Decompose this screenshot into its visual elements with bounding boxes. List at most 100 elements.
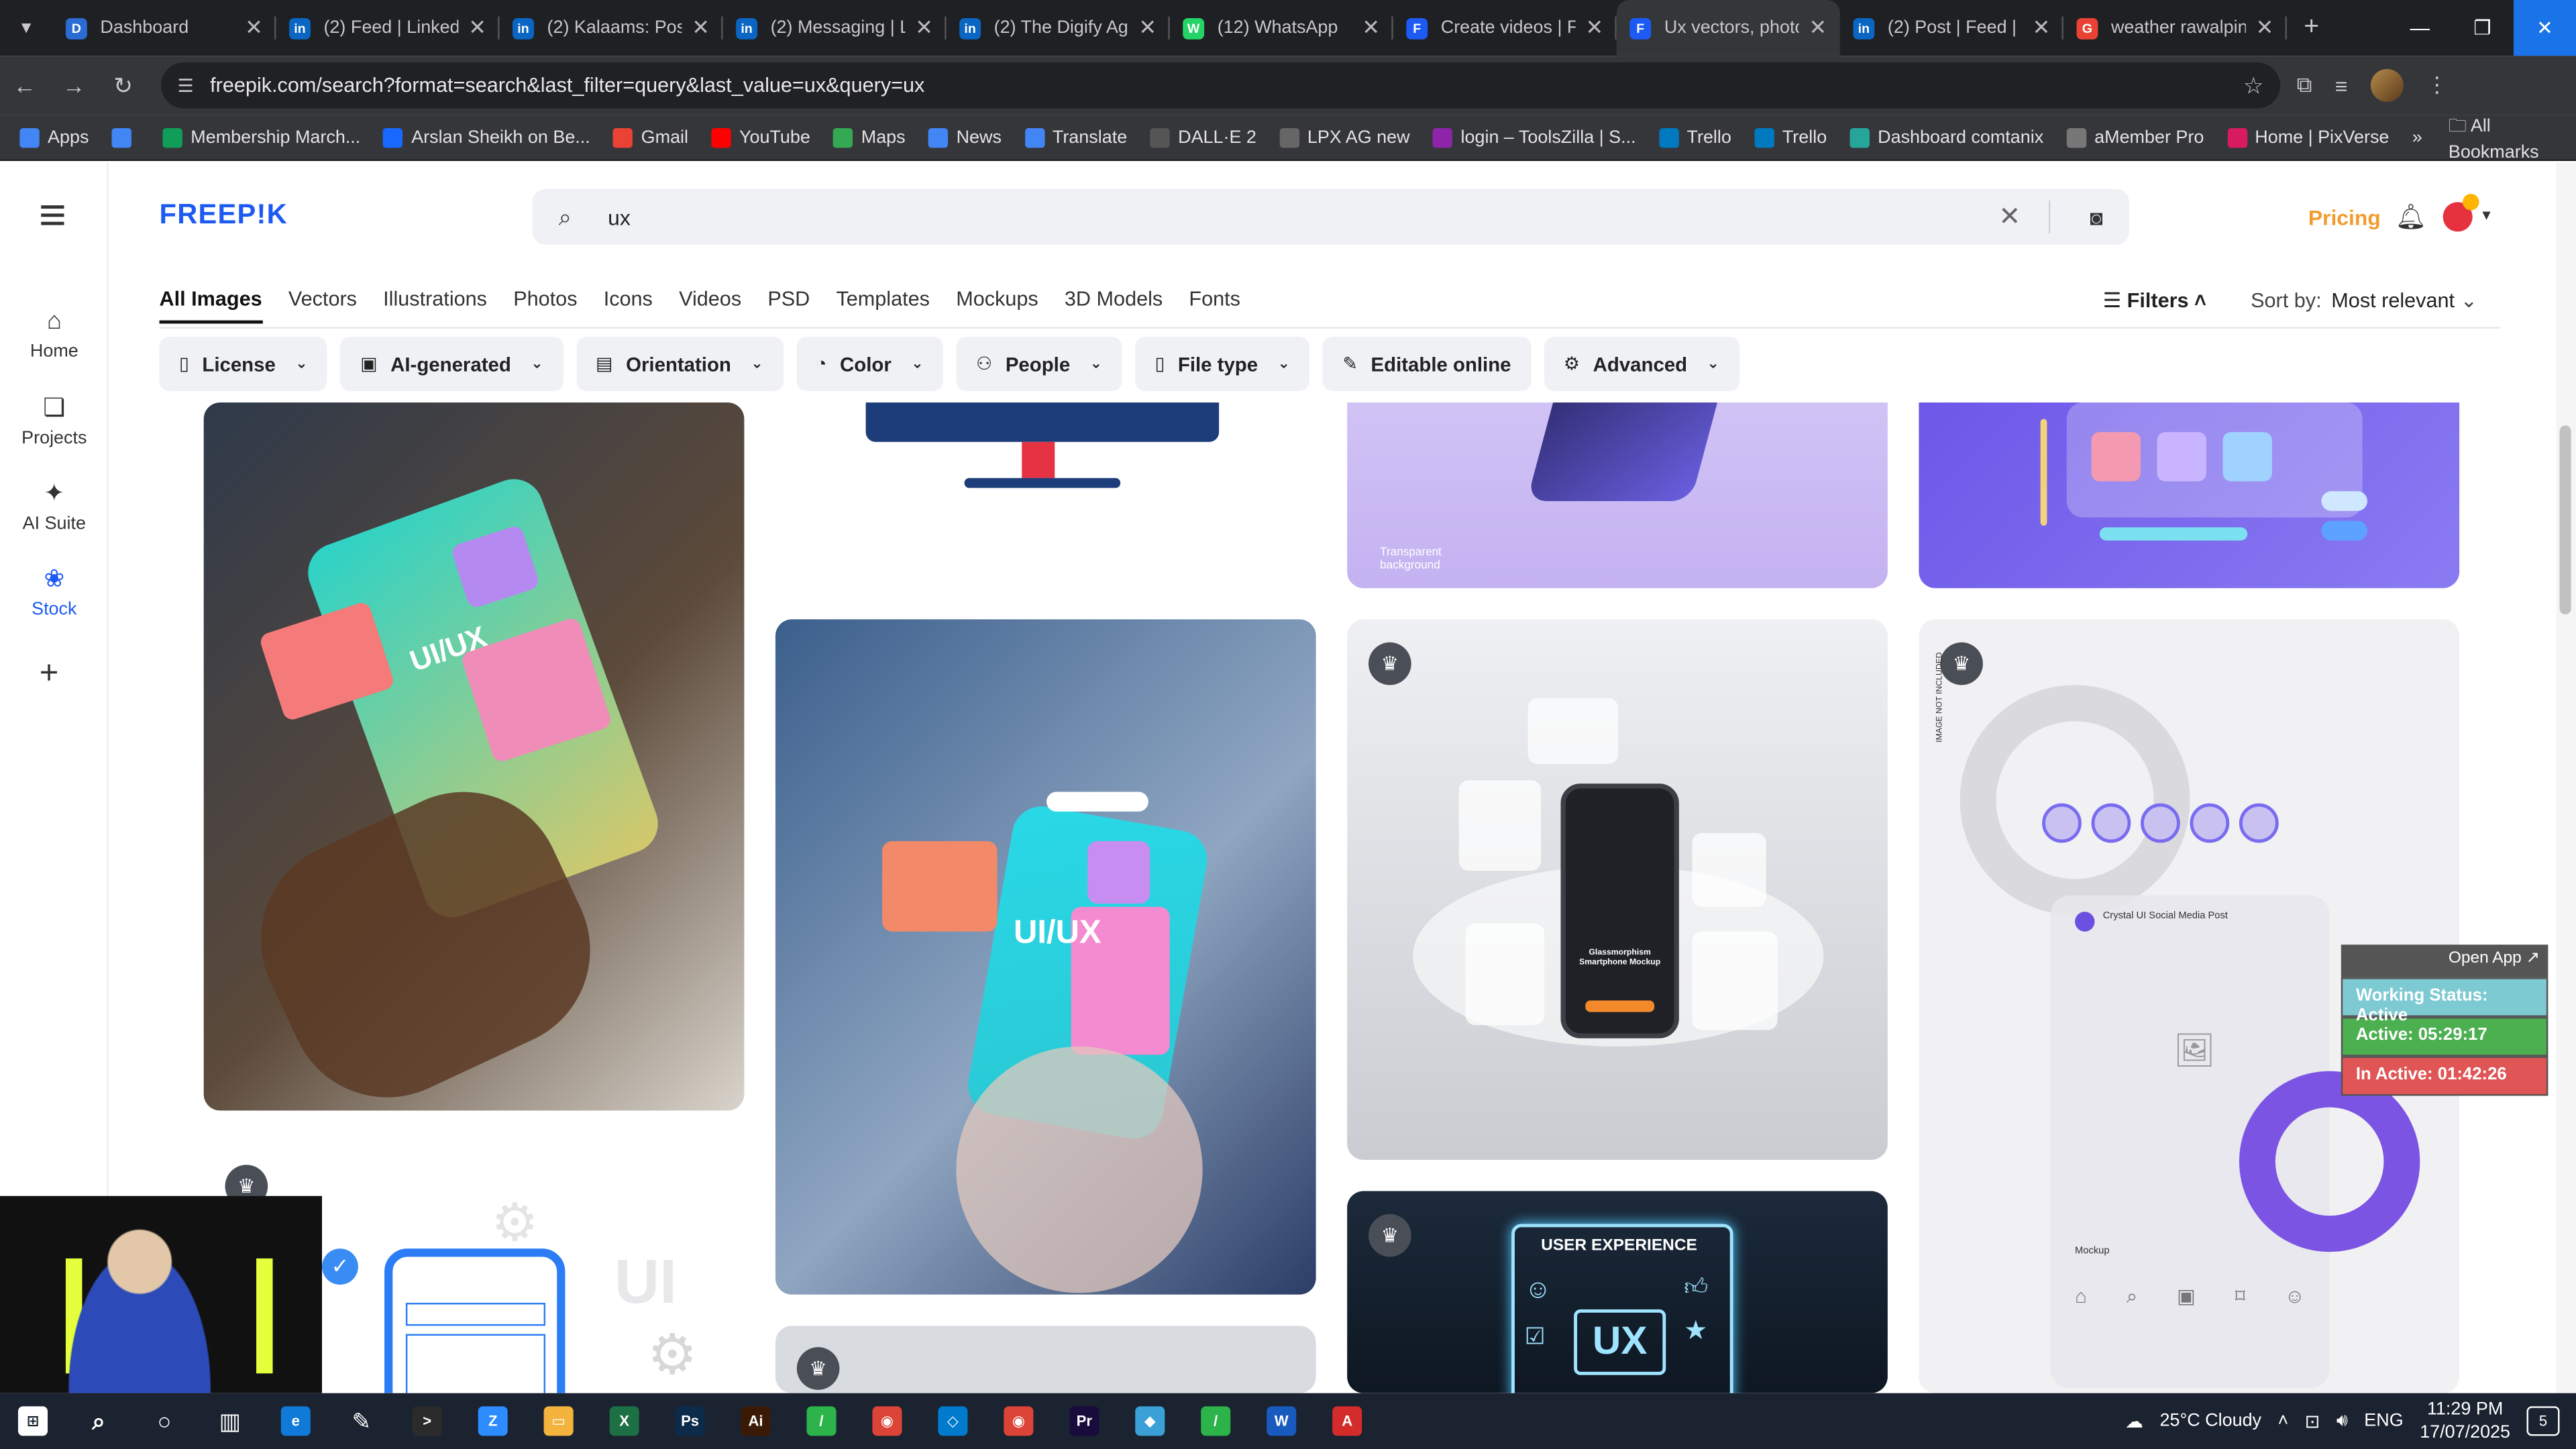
open-app-button[interactable]: Open App ↗ — [2341, 945, 2548, 978]
extensions-icon[interactable]: ⧉ — [2297, 72, 2312, 99]
taskbar-app-zoom[interactable]: Z — [460, 1393, 526, 1449]
category-tab[interactable]: Illustrations — [383, 288, 487, 324]
category-tab[interactable]: Icons — [604, 288, 653, 324]
sidebar-item-home[interactable]: ⌂ Home — [0, 307, 109, 362]
menu-kebab-icon[interactable]: ⋮ — [2426, 72, 2448, 99]
close-tab-icon[interactable]: ✕ — [2256, 15, 2274, 41]
camera-search-icon[interactable]: ◙ — [2090, 205, 2102, 229]
url-omnibox[interactable]: ☰ freepik.com/search?format=search&last_… — [161, 62, 2281, 109]
browser-tab[interactable]: in (2) The Digify Agency ✕ — [947, 0, 1170, 56]
taskbar-app-photoshop[interactable]: Ps — [657, 1393, 723, 1449]
close-tab-icon[interactable]: ✕ — [1362, 15, 1380, 41]
taskbar-app-app-green[interactable]: / — [789, 1393, 855, 1449]
media-control-icon[interactable]: ≡ — [2335, 73, 2348, 98]
user-avatar[interactable] — [2443, 193, 2479, 232]
restore-icon[interactable]: ❐ — [2451, 0, 2514, 56]
sort-dropdown[interactable]: Sort by: Most relevant ⌄ — [2251, 288, 2477, 312]
category-tab[interactable]: Photos — [513, 288, 577, 324]
bookmark-item[interactable]: News — [928, 127, 1002, 148]
category-tab[interactable]: Videos — [679, 288, 741, 324]
filter-chip-orientation[interactable]: ▤ Orientation ⌄ — [576, 337, 784, 391]
all-bookmarks-button[interactable]: 🗀 All Bookmarks — [2449, 112, 2557, 163]
speaker-icon[interactable]: 🔊︎ — [2337, 1410, 2348, 1432]
browser-tab[interactable]: W (12) WhatsApp ✕ — [1170, 0, 1393, 56]
taskbar-app-acrobat[interactable]: A — [1314, 1393, 1380, 1449]
bookmark-item[interactable]: Maps — [833, 127, 906, 148]
image-card[interactable]: UI/UX — [775, 619, 1316, 1295]
weather-text[interactable]: 25°C Cloudy — [2159, 1411, 2261, 1431]
filter-chip-file-type[interactable]: ▯ File type ⌄ — [1135, 337, 1310, 391]
taskbar-app-pen[interactable]: ✎ — [329, 1393, 394, 1449]
bookmark-item[interactable]: Trello — [1658, 127, 1731, 148]
bookmark-item[interactable]: YouTube — [711, 127, 810, 148]
taskbar-app-excel[interactable]: X — [592, 1393, 657, 1449]
bookmark-item[interactable]: login – ToolsZilla | S... — [1432, 127, 1636, 148]
reload-icon[interactable]: ↻ — [99, 72, 148, 100]
site-info-icon[interactable]: ☰ — [177, 74, 193, 96]
bookmark-item[interactable]: aMember Pro — [2066, 127, 2204, 148]
category-tab[interactable]: Templates — [836, 288, 930, 324]
browser-tab[interactable]: Gweather rawalpindi ✕ — [2063, 0, 2287, 56]
taskbar-app-vscode[interactable]: ◇ — [920, 1393, 985, 1449]
browser-tab[interactable]: in (2) Post | Feed | LinkedIn ✕ — [1840, 0, 2063, 56]
taskbar-app-app-green2[interactable]: / — [1183, 1393, 1248, 1449]
profile-avatar[interactable] — [2370, 68, 2404, 102]
filter-chip-advanced[interactable]: ⚙ Advanced ⌄ — [1544, 337, 1739, 391]
tab-search-icon[interactable]: ▼ — [0, 0, 52, 56]
filter-chip-editable-online[interactable]: ✎ Editable online — [1322, 337, 1531, 391]
notification-center-icon[interactable]: 5 — [2526, 1406, 2560, 1436]
image-card[interactable]: UI/UX — [203, 402, 745, 1111]
bookmark-star-icon[interactable]: ☆ — [2243, 72, 2264, 100]
close-tab-icon[interactable]: ✕ — [1585, 15, 1603, 41]
filter-chip-people[interactable]: ⚇ People ⌄ — [956, 337, 1122, 391]
back-icon[interactable]: ← — [0, 72, 49, 99]
browser-tab[interactable]: in (2) Feed | LinkedIn ✕ — [276, 0, 500, 56]
browser-tab[interactable]: in (2) Messaging | LinkedIn ✕ — [723, 0, 947, 56]
taskbar-app-chrome[interactable]: ◉ — [854, 1393, 920, 1449]
bookmark-item[interactable]: DALL·E 2 — [1150, 127, 1256, 148]
close-tab-icon[interactable]: ✕ — [692, 15, 710, 41]
scrollbar-thumb[interactable] — [2559, 425, 2571, 614]
category-tab[interactable]: Mockups — [956, 288, 1038, 324]
taskbar-app-chrome-active[interactable]: ◉ — [985, 1393, 1051, 1449]
bookmark-item[interactable]: Home | PixVerse — [2226, 127, 2389, 148]
taskbar-app-app-blue[interactable]: ◆ — [1117, 1393, 1183, 1449]
bookmark-item[interactable]: Trello — [1754, 127, 1827, 148]
category-tab[interactable]: PSD — [767, 288, 810, 324]
image-card[interactable]: ♛ — [775, 1326, 1316, 1393]
clear-search-icon[interactable]: ✕ — [1998, 201, 2021, 233]
weather-icon[interactable]: ☁ — [2125, 1410, 2143, 1432]
forward-icon[interactable]: → — [49, 72, 98, 99]
search-input[interactable] — [608, 204, 1955, 229]
image-card[interactable] — [1919, 402, 2460, 588]
chevron-up-icon[interactable]: ˄ — [2278, 1411, 2289, 1431]
chevron-down-icon[interactable]: ▾ — [2482, 207, 2490, 225]
browser-tab[interactable]: F Create videos | Freepik ✕ — [1393, 0, 1617, 56]
taskbar-app-word[interactable]: W — [1248, 1393, 1314, 1449]
browser-tab[interactable]: F Ux vectors, photos ✕ — [1616, 0, 1840, 56]
taskbar-app-windows-start[interactable]: ⊞ — [0, 1393, 66, 1449]
close-tab-icon[interactable]: ✕ — [915, 15, 933, 41]
image-card[interactable]: ♛ Glassmorphism Smartphone Mockup — [1347, 619, 1888, 1160]
category-tab[interactable]: All Images — [159, 288, 262, 324]
category-tab[interactable]: 3D Models — [1065, 288, 1163, 324]
taskbar-app-edge[interactable]: e — [263, 1393, 329, 1449]
bookmark-item[interactable]: Membership March... — [162, 127, 360, 148]
close-tab-icon[interactable]: ✕ — [1809, 15, 1827, 41]
bookmark-item[interactable]: Apps — [19, 127, 89, 148]
taskbar-app-premiere[interactable]: Pr — [1051, 1393, 1117, 1449]
clock[interactable]: 11:29 PM 17/07/2025 — [2420, 1398, 2510, 1444]
taskbar-app-cortana[interactable]: ○ — [131, 1393, 197, 1449]
taskbar-app-search[interactable]: ⌕ — [66, 1393, 131, 1449]
bookmark-item[interactable]: Translate — [1024, 127, 1127, 148]
taskbar-app-terminal[interactable]: > — [394, 1393, 460, 1449]
bookmark-item[interactable]: Arslan Sheikh on Be... — [383, 127, 590, 148]
close-tab-icon[interactable]: ✕ — [1138, 15, 1157, 41]
filter-chip-license[interactable]: ▯ License ⌄ — [159, 337, 328, 391]
close-tab-icon[interactable]: ✕ — [468, 15, 486, 41]
pricing-link[interactable]: Pricing — [2308, 205, 2381, 230]
hamburger-menu-icon[interactable] — [41, 205, 64, 230]
bookmark-item[interactable] — [111, 127, 140, 148]
minimize-icon[interactable]: — — [2389, 0, 2451, 56]
new-tab-icon[interactable]: + — [2287, 13, 2336, 43]
